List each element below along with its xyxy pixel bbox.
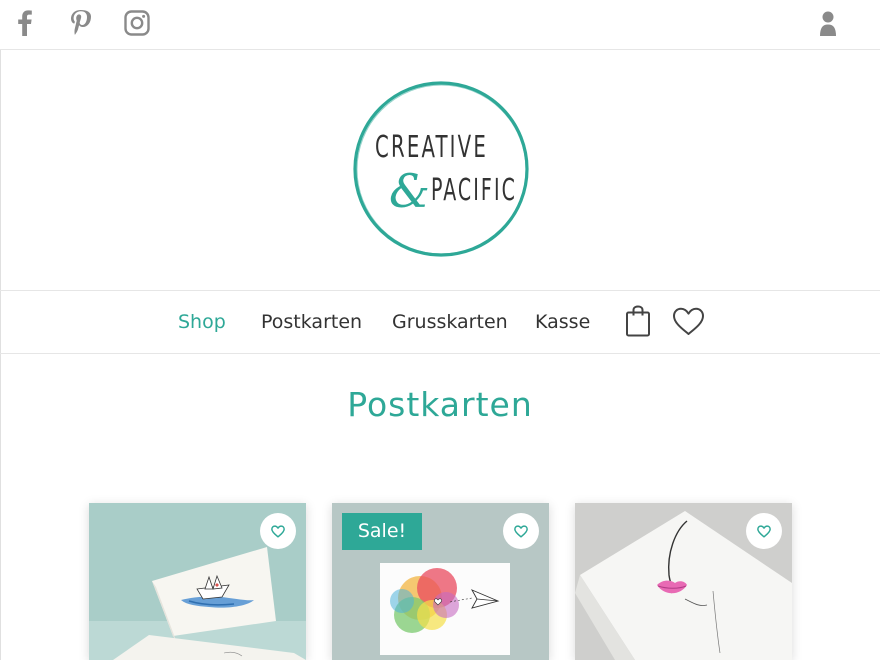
brand-logo[interactable]: CREATIVE & PACIFIC bbox=[351, 80, 531, 260]
product-card[interactable]: Sale! bbox=[332, 503, 549, 660]
heart-icon[interactable] bbox=[672, 307, 705, 340]
instagram-icon[interactable] bbox=[123, 9, 151, 37]
nav-item-grusskarten[interactable]: Grusskarten bbox=[392, 311, 508, 333]
page-title: Postkarten bbox=[347, 385, 533, 424]
nav-item-kasse[interactable]: Kasse bbox=[535, 311, 590, 333]
main-navigation: Shop Postkarten Grusskarten Kasse bbox=[0, 291, 880, 354]
shopping-bag-icon[interactable] bbox=[625, 305, 651, 341]
heart-icon bbox=[757, 524, 771, 538]
facebook-icon[interactable] bbox=[11, 9, 39, 37]
sale-badge: Sale! bbox=[342, 513, 422, 550]
top-bar bbox=[0, 0, 880, 50]
svg-text:PACIFIC: PACIFIC bbox=[431, 173, 517, 208]
product-card[interactable] bbox=[575, 503, 792, 660]
nav-item-postkarten[interactable]: Postkarten bbox=[261, 311, 362, 333]
add-to-wishlist-button[interactable] bbox=[503, 513, 539, 549]
pinterest-icon[interactable] bbox=[67, 9, 95, 37]
heart-icon bbox=[514, 524, 528, 538]
svg-text:CREATIVE: CREATIVE bbox=[375, 130, 488, 165]
header-logo-area: CREATIVE & PACIFIC bbox=[0, 50, 880, 291]
product-card[interactable] bbox=[89, 503, 306, 660]
add-to-wishlist-button[interactable] bbox=[260, 513, 296, 549]
user-icon[interactable] bbox=[816, 10, 840, 38]
heart-icon bbox=[271, 524, 285, 538]
nav-item-shop[interactable]: Shop bbox=[178, 311, 226, 333]
svg-text:&: & bbox=[389, 164, 430, 218]
add-to-wishlist-button[interactable] bbox=[746, 513, 782, 549]
